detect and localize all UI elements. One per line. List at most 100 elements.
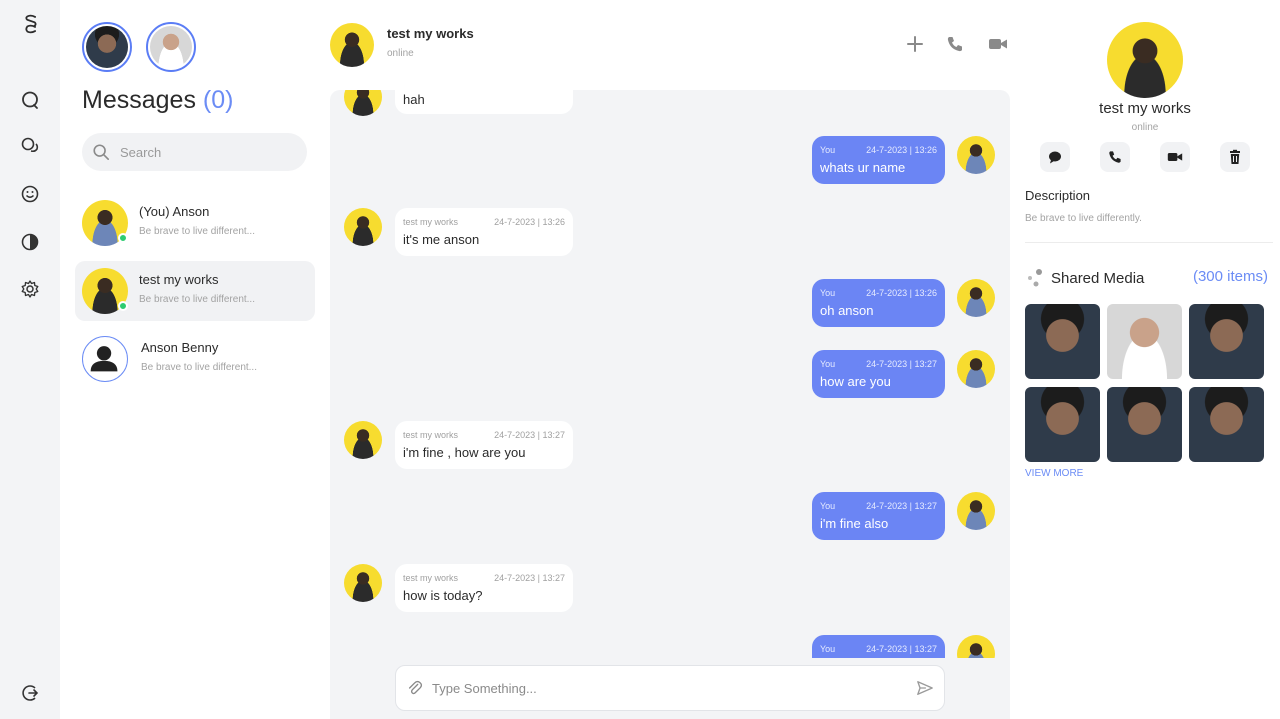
avatar (82, 336, 128, 382)
avatar (344, 90, 382, 116)
rail-theme-icon[interactable] (19, 231, 41, 253)
contact-details-panel: test my works online Description Be brav… (1010, 0, 1280, 719)
message-row: hah (330, 90, 1010, 116)
nav-rail (0, 0, 60, 719)
contact-name: (You) Anson (139, 204, 210, 219)
message-icon (1049, 151, 1061, 164)
contact-preview: Be brave to live different... (139, 294, 255, 305)
media-thumbnail[interactable] (1025, 387, 1100, 462)
rail-settings-icon[interactable] (19, 278, 41, 300)
chats-icon (21, 137, 39, 153)
video-icon (989, 39, 1007, 49)
settings-icon (21, 280, 39, 298)
attach-icon[interactable] (406, 679, 424, 697)
chat-icon (22, 91, 38, 109)
message-list[interactable]: hah You 24-7-2023 | 13:26 whats ur name t… (330, 90, 1010, 658)
divider (1025, 242, 1273, 243)
avatar (344, 208, 382, 246)
contact-name: test my works (139, 272, 219, 287)
shared-media-title: Shared Media (1051, 269, 1145, 287)
message-action-button[interactable] (1040, 142, 1070, 172)
message-text: oh anson (820, 303, 874, 318)
search-box (82, 133, 307, 171)
contacts-panel: Messages (0) (You) Anson Be brave to liv… (60, 0, 330, 719)
message-row: You 24-7-2023 | 13:26 whats ur name (330, 136, 1010, 184)
avatar (344, 421, 382, 459)
logout-icon (22, 685, 39, 701)
profile-status: online (1131, 122, 1159, 133)
search-input[interactable] (120, 144, 290, 160)
profile-name: test my works (1099, 100, 1191, 117)
message-text: whats ur name (820, 160, 906, 175)
message-time: 24-7-2023 | 13:26 (866, 145, 937, 155)
message-sender: You (820, 359, 836, 369)
media-thumbnail[interactable] (1107, 304, 1182, 379)
app-root: Messages (0) (You) Anson Be brave to liv… (0, 0, 1280, 719)
message-row: You 24-7-2023 | 13:27 (330, 635, 1010, 658)
message-row: test my works 24-7-2023 | 13:26 it's me a… (330, 208, 1010, 256)
shared-media-header: Shared Media (1025, 268, 1144, 288)
trash-icon (1230, 149, 1240, 164)
rail-logout-icon[interactable] (19, 682, 41, 704)
video-call-button[interactable] (987, 33, 1009, 55)
message-time: 24-7-2023 | 13:27 (494, 430, 565, 440)
message-composer (395, 665, 945, 711)
message-time: 24-7-2023 | 13:27 (494, 573, 565, 583)
search-icon (93, 144, 110, 161)
video-action-button[interactable] (1160, 142, 1190, 172)
add-button[interactable] (904, 33, 926, 55)
message-sender: You (820, 145, 836, 155)
avatar (957, 350, 995, 388)
rail-chats-icon[interactable] (19, 135, 41, 157)
media-thumbnail[interactable] (1107, 387, 1182, 462)
chat-contact-name: test my works (387, 26, 474, 41)
description-text: Be brave to live differently. (1025, 213, 1142, 224)
contact-name: Anson Benny (141, 340, 219, 355)
avatar (344, 564, 382, 602)
message-row: test my works 24-7-2023 | 13:27 how is to… (330, 564, 1010, 612)
message-sender: You (820, 288, 836, 298)
view-more-link[interactable]: VIEW MORE (1025, 468, 1083, 479)
contact-preview: Be brave to live different... (141, 362, 257, 373)
chat-header: test my works online (330, 0, 1010, 90)
message-sender: test my works (403, 217, 459, 227)
send-icon[interactable] (916, 679, 934, 697)
dots-icon (1028, 269, 1042, 287)
messages-title: Messages (82, 86, 196, 114)
contact-item[interactable]: Anson Benny Be brave to live different..… (75, 329, 315, 389)
contact-item[interactable]: (You) Anson Be brave to live different..… (75, 193, 315, 253)
chat-messages-area[interactable]: hah You 24-7-2023 | 13:26 whats ur name t… (330, 90, 1010, 719)
chat-contact-status: online (387, 48, 414, 59)
rail-chat-icon[interactable] (19, 89, 41, 111)
logo-icon (25, 14, 37, 34)
media-thumbnail[interactable] (1189, 387, 1264, 462)
media-thumbnail[interactable] (1189, 304, 1264, 379)
message-time: 24-7-2023 | 13:27 (866, 359, 937, 369)
message-input[interactable] (432, 680, 916, 696)
avatar (150, 26, 192, 68)
story-avatar[interactable] (146, 22, 196, 72)
rail-emoji-icon[interactable] (19, 183, 41, 205)
delete-action-button[interactable] (1220, 142, 1250, 172)
call-button[interactable] (944, 33, 966, 55)
message-sender: test my works (403, 573, 459, 583)
message-text: hah (403, 92, 425, 107)
message-text: how is today? (403, 588, 483, 603)
video-icon (1167, 153, 1183, 161)
online-indicator (118, 301, 128, 311)
message-bubble: You 24-7-2023 | 13:27 how are you (812, 350, 945, 398)
contact-item[interactable]: test my works Be brave to live different… (75, 261, 315, 321)
avatar (957, 136, 995, 174)
message-bubble: You 24-7-2023 | 13:26 oh anson (812, 279, 945, 327)
shared-media-count: (300 items) (1192, 268, 1268, 285)
message-sender: test my works (403, 430, 459, 440)
message-sender: You (820, 644, 836, 654)
contact-preview: Be brave to live different... (139, 226, 255, 237)
profile-avatar (1107, 22, 1183, 98)
story-avatar[interactable] (82, 22, 132, 72)
avatar (957, 492, 995, 530)
message-time: 24-7-2023 | 13:26 (494, 217, 565, 227)
media-thumbnail[interactable] (1025, 304, 1100, 379)
call-action-button[interactable] (1100, 142, 1130, 172)
message-time: 24-7-2023 | 13:27 (866, 644, 937, 654)
